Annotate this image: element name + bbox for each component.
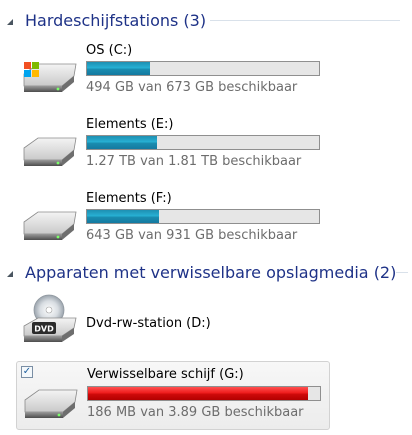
windows-drive-icon <box>23 62 77 92</box>
drive-name: Verwisselbare schijf (G:) <box>87 367 244 382</box>
free-space-text: 494 GB van 673 GB beschikbaar <box>86 80 298 95</box>
group-header-removable[interactable]: Apparaten met verwisselbare opslagmedia … <box>0 260 412 284</box>
group-divider <box>210 20 400 21</box>
free-space-text: 186 MB van 3.89 GB beschikbaar <box>87 405 304 420</box>
drive-name[interactable]: Dvd-rw-station (D:) <box>86 316 211 331</box>
drive-name: Elements (F:) <box>86 191 172 206</box>
capacity-bar <box>86 61 320 76</box>
capacity-bar <box>86 135 320 150</box>
free-space-text: 1.27 TB van 1.81 TB beschikbaar <box>86 154 302 169</box>
hard-drive-icon <box>23 137 77 166</box>
capacity-bar <box>86 209 320 224</box>
collapse-chevron-icon[interactable] <box>7 271 13 277</box>
removable-drive-icon <box>24 389 78 418</box>
drive-name: OS (C:) <box>86 43 133 58</box>
free-space-text: 643 GB van 931 GB beschikbaar <box>86 228 298 243</box>
collapse-chevron-icon[interactable] <box>7 19 13 25</box>
capacity-bar-fill <box>87 62 150 75</box>
capacity-bar <box>87 386 321 401</box>
drive-item-f[interactable]: Elements (F:) 643 GB van 931 GB beschikb… <box>16 188 328 252</box>
group-divider <box>396 272 408 273</box>
group-header-hard-drives[interactable]: Hardeschijfstations (3) <box>0 8 412 32</box>
drive-item-c[interactable]: OS (C:) 494 GB van 673 GB beschikbaar <box>16 40 328 104</box>
capacity-bar-fill <box>88 387 309 400</box>
drive-item-g[interactable]: ✓ Verwisselbare schijf (G:) 186 MB van 3… <box>16 361 330 430</box>
dvd-drive-icon: DVD <box>23 294 77 342</box>
dvd-icon-label: DVD <box>34 325 54 334</box>
hard-drive-icon <box>23 211 77 240</box>
capacity-bar-fill <box>87 136 157 149</box>
drive-item-e[interactable]: Elements (E:) 1.27 TB van 1.81 TB beschi… <box>16 114 328 178</box>
group-title: Apparaten met verwisselbare opslagmedia … <box>25 262 397 282</box>
capacity-bar-fill <box>87 210 159 223</box>
drive-name: Elements (E:) <box>86 117 174 132</box>
group-title: Hardeschijfstations (3) <box>25 10 207 30</box>
